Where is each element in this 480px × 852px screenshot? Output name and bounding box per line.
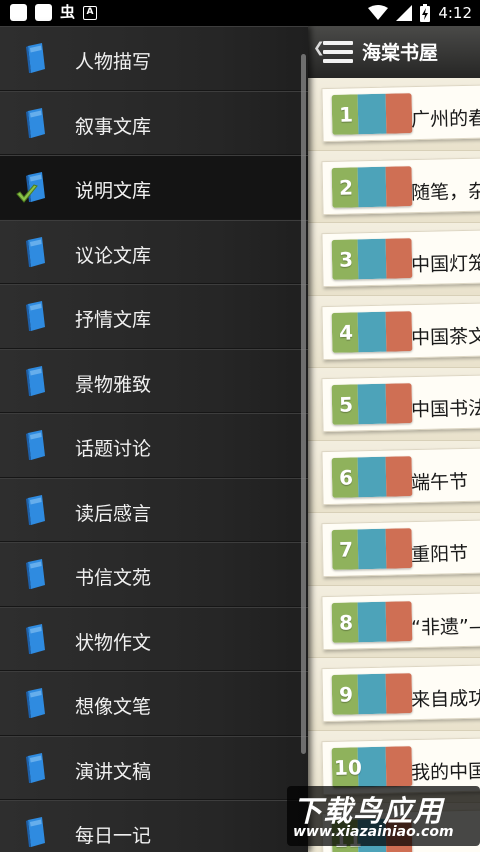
status-bar: 虫 A 4:12 bbox=[0, 0, 480, 26]
drawer-item[interactable]: 状物作文 bbox=[0, 606, 308, 671]
drawer-item[interactable]: 书信文苑 bbox=[0, 542, 308, 607]
drawer-item[interactable]: 抒情文库 bbox=[0, 284, 308, 349]
book-icon bbox=[26, 817, 45, 847]
drawer-item-label: 景物雅致 bbox=[75, 373, 152, 396]
book-row[interactable]: 6 端午节 bbox=[308, 440, 480, 513]
drawer-item-label: 人物描写 bbox=[75, 51, 152, 73]
app-header: ❮ 海棠书屋 bbox=[308, 26, 480, 78]
watermark: 下载鸟应用 www.xiazainiao.com bbox=[287, 786, 480, 846]
wifi-icon bbox=[368, 5, 389, 20]
drawer-item-label: 叙事文库 bbox=[75, 115, 152, 138]
system-icons: 4:12 bbox=[368, 3, 472, 23]
book-icon bbox=[26, 236, 45, 267]
book-title: 随笔，杂谈 bbox=[410, 179, 480, 204]
book-number: 9 bbox=[338, 682, 354, 707]
book-title: “非遗”—— bbox=[410, 614, 480, 639]
book-card[interactable]: 7 重阳节 bbox=[321, 518, 480, 578]
notification-square-icon bbox=[35, 4, 52, 21]
navigation-drawer: 人物描写 叙事文库 说明文库 议论文库 抒情文库 景物雅致 话题讨论 读后感言 … bbox=[0, 26, 308, 852]
book-icon bbox=[26, 752, 45, 783]
drawer-item[interactable]: 话题讨论 bbox=[0, 413, 308, 478]
watermark-url: www.xiazainiao.com bbox=[293, 824, 454, 840]
book-number: 6 bbox=[338, 464, 354, 490]
drawer-item-label: 书信文苑 bbox=[75, 567, 152, 589]
book-row[interactable]: 9 来自成功的 bbox=[308, 658, 480, 731]
book-card[interactable]: 3 中国灯笼 bbox=[321, 228, 480, 288]
book-list: 1 广州的春天 2 随笔，杂谈 3 中国灯笼 4 中国茶文化 5 中国书法 6 端午节 7 重… bbox=[308, 78, 480, 852]
book-title: 我的中国梦 bbox=[410, 759, 480, 784]
book-number: 7 bbox=[338, 537, 354, 562]
book-card[interactable]: 9 来自成功的 bbox=[321, 663, 480, 723]
book-icon bbox=[26, 430, 45, 460]
drawer-item-label: 演讲文稿 bbox=[75, 760, 152, 783]
book-title: 重阳节 bbox=[410, 542, 469, 567]
page-title: 海棠书屋 bbox=[362, 42, 439, 64]
book-row[interactable]: 7 重阳节 bbox=[308, 513, 480, 586]
drawer-item[interactable]: 景物雅致 bbox=[0, 348, 308, 413]
drawer-item-label: 状物作文 bbox=[75, 631, 152, 654]
book-icon bbox=[26, 43, 45, 73]
book-row[interactable]: 2 随笔，杂谈 bbox=[308, 150, 480, 223]
book-number: 3 bbox=[338, 247, 354, 272]
book-row[interactable]: 4 中国茶文化 bbox=[308, 295, 480, 368]
book-title: 来自成功的 bbox=[410, 686, 480, 712]
drawer-item-label: 议论文库 bbox=[75, 244, 152, 267]
drawer-item-label: 话题讨论 bbox=[75, 438, 152, 460]
book-number: 1 bbox=[338, 102, 354, 127]
book-card[interactable]: 5 中国书法 bbox=[321, 373, 480, 433]
bug-app-icon: 虫 bbox=[60, 3, 76, 21]
drawer-item[interactable]: 议论文库 bbox=[0, 219, 308, 284]
notification-square-icon bbox=[10, 4, 27, 21]
book-title: 中国灯笼 bbox=[410, 252, 480, 277]
drawer-item[interactable]: 想像文笔 bbox=[0, 671, 308, 736]
book-number: 8 bbox=[338, 609, 354, 635]
a-badge-icon: A bbox=[83, 5, 98, 20]
book-icon bbox=[26, 107, 45, 138]
drawer-item-label: 读后感言 bbox=[75, 502, 152, 525]
book-number: 2 bbox=[338, 174, 354, 200]
book-icon bbox=[26, 623, 45, 654]
book-icon bbox=[26, 559, 45, 589]
hamburger-menu-icon[interactable] bbox=[323, 41, 353, 63]
drawer-item-selected[interactable]: 说明文库 bbox=[0, 155, 308, 220]
book-icon bbox=[26, 365, 45, 396]
book-row[interactable]: 1 广州的春天 bbox=[308, 78, 480, 151]
book-icon bbox=[26, 688, 45, 718]
drawer-item[interactable]: 叙事文库 bbox=[0, 90, 308, 155]
book-card[interactable]: 6 端午节 bbox=[321, 446, 480, 505]
book-row[interactable]: 8 “非遗”—— bbox=[308, 585, 480, 658]
book-number: 5 bbox=[338, 392, 354, 417]
book-card[interactable]: 4 中国茶文化 bbox=[321, 301, 480, 360]
drawer-item[interactable]: 读后感言 bbox=[0, 477, 308, 542]
book-icon bbox=[26, 301, 45, 331]
book-card[interactable]: 1 广州的春天 bbox=[321, 83, 480, 143]
book-number: 10 bbox=[333, 754, 363, 780]
book-list-screen: ❮ 海棠书屋 1 广州的春天 2 随笔，杂谈 3 中国灯笼 4 中国茶文化 5 中国书法 … bbox=[308, 26, 480, 852]
book-row[interactable]: 5 中国书法 bbox=[308, 368, 480, 441]
drawer-item[interactable]: 每日一记 bbox=[0, 800, 308, 852]
book-card[interactable]: 2 随笔，杂谈 bbox=[321, 156, 480, 215]
book-title: 端午节 bbox=[410, 470, 469, 494]
drawer-item[interactable]: 人物描写 bbox=[0, 26, 308, 91]
drawer-item[interactable]: 演讲文稿 bbox=[0, 735, 308, 800]
book-number: 4 bbox=[338, 319, 354, 345]
drawer-item-label: 想像文笔 bbox=[75, 696, 152, 718]
book-row[interactable]: 3 中国灯笼 bbox=[308, 223, 480, 296]
drawer-item-label: 说明文库 bbox=[75, 180, 152, 202]
drawer-item-label: 抒情文库 bbox=[75, 309, 152, 331]
drawer-scrollbar[interactable] bbox=[301, 54, 306, 754]
notification-icons: 虫 A bbox=[10, 3, 98, 21]
drawer-item-label: 每日一记 bbox=[75, 825, 152, 847]
signal-icon bbox=[396, 5, 413, 21]
book-title: 广州的春天 bbox=[410, 106, 480, 132]
battery-charging-icon bbox=[420, 4, 431, 22]
book-title: 中国书法 bbox=[410, 397, 480, 422]
checkmark-icon bbox=[16, 184, 38, 203]
book-icon bbox=[26, 494, 45, 525]
book-card[interactable]: 8 “非遗”—— bbox=[321, 591, 480, 650]
book-title: 中国茶文化 bbox=[410, 324, 480, 349]
clock: 4:12 bbox=[438, 4, 472, 22]
